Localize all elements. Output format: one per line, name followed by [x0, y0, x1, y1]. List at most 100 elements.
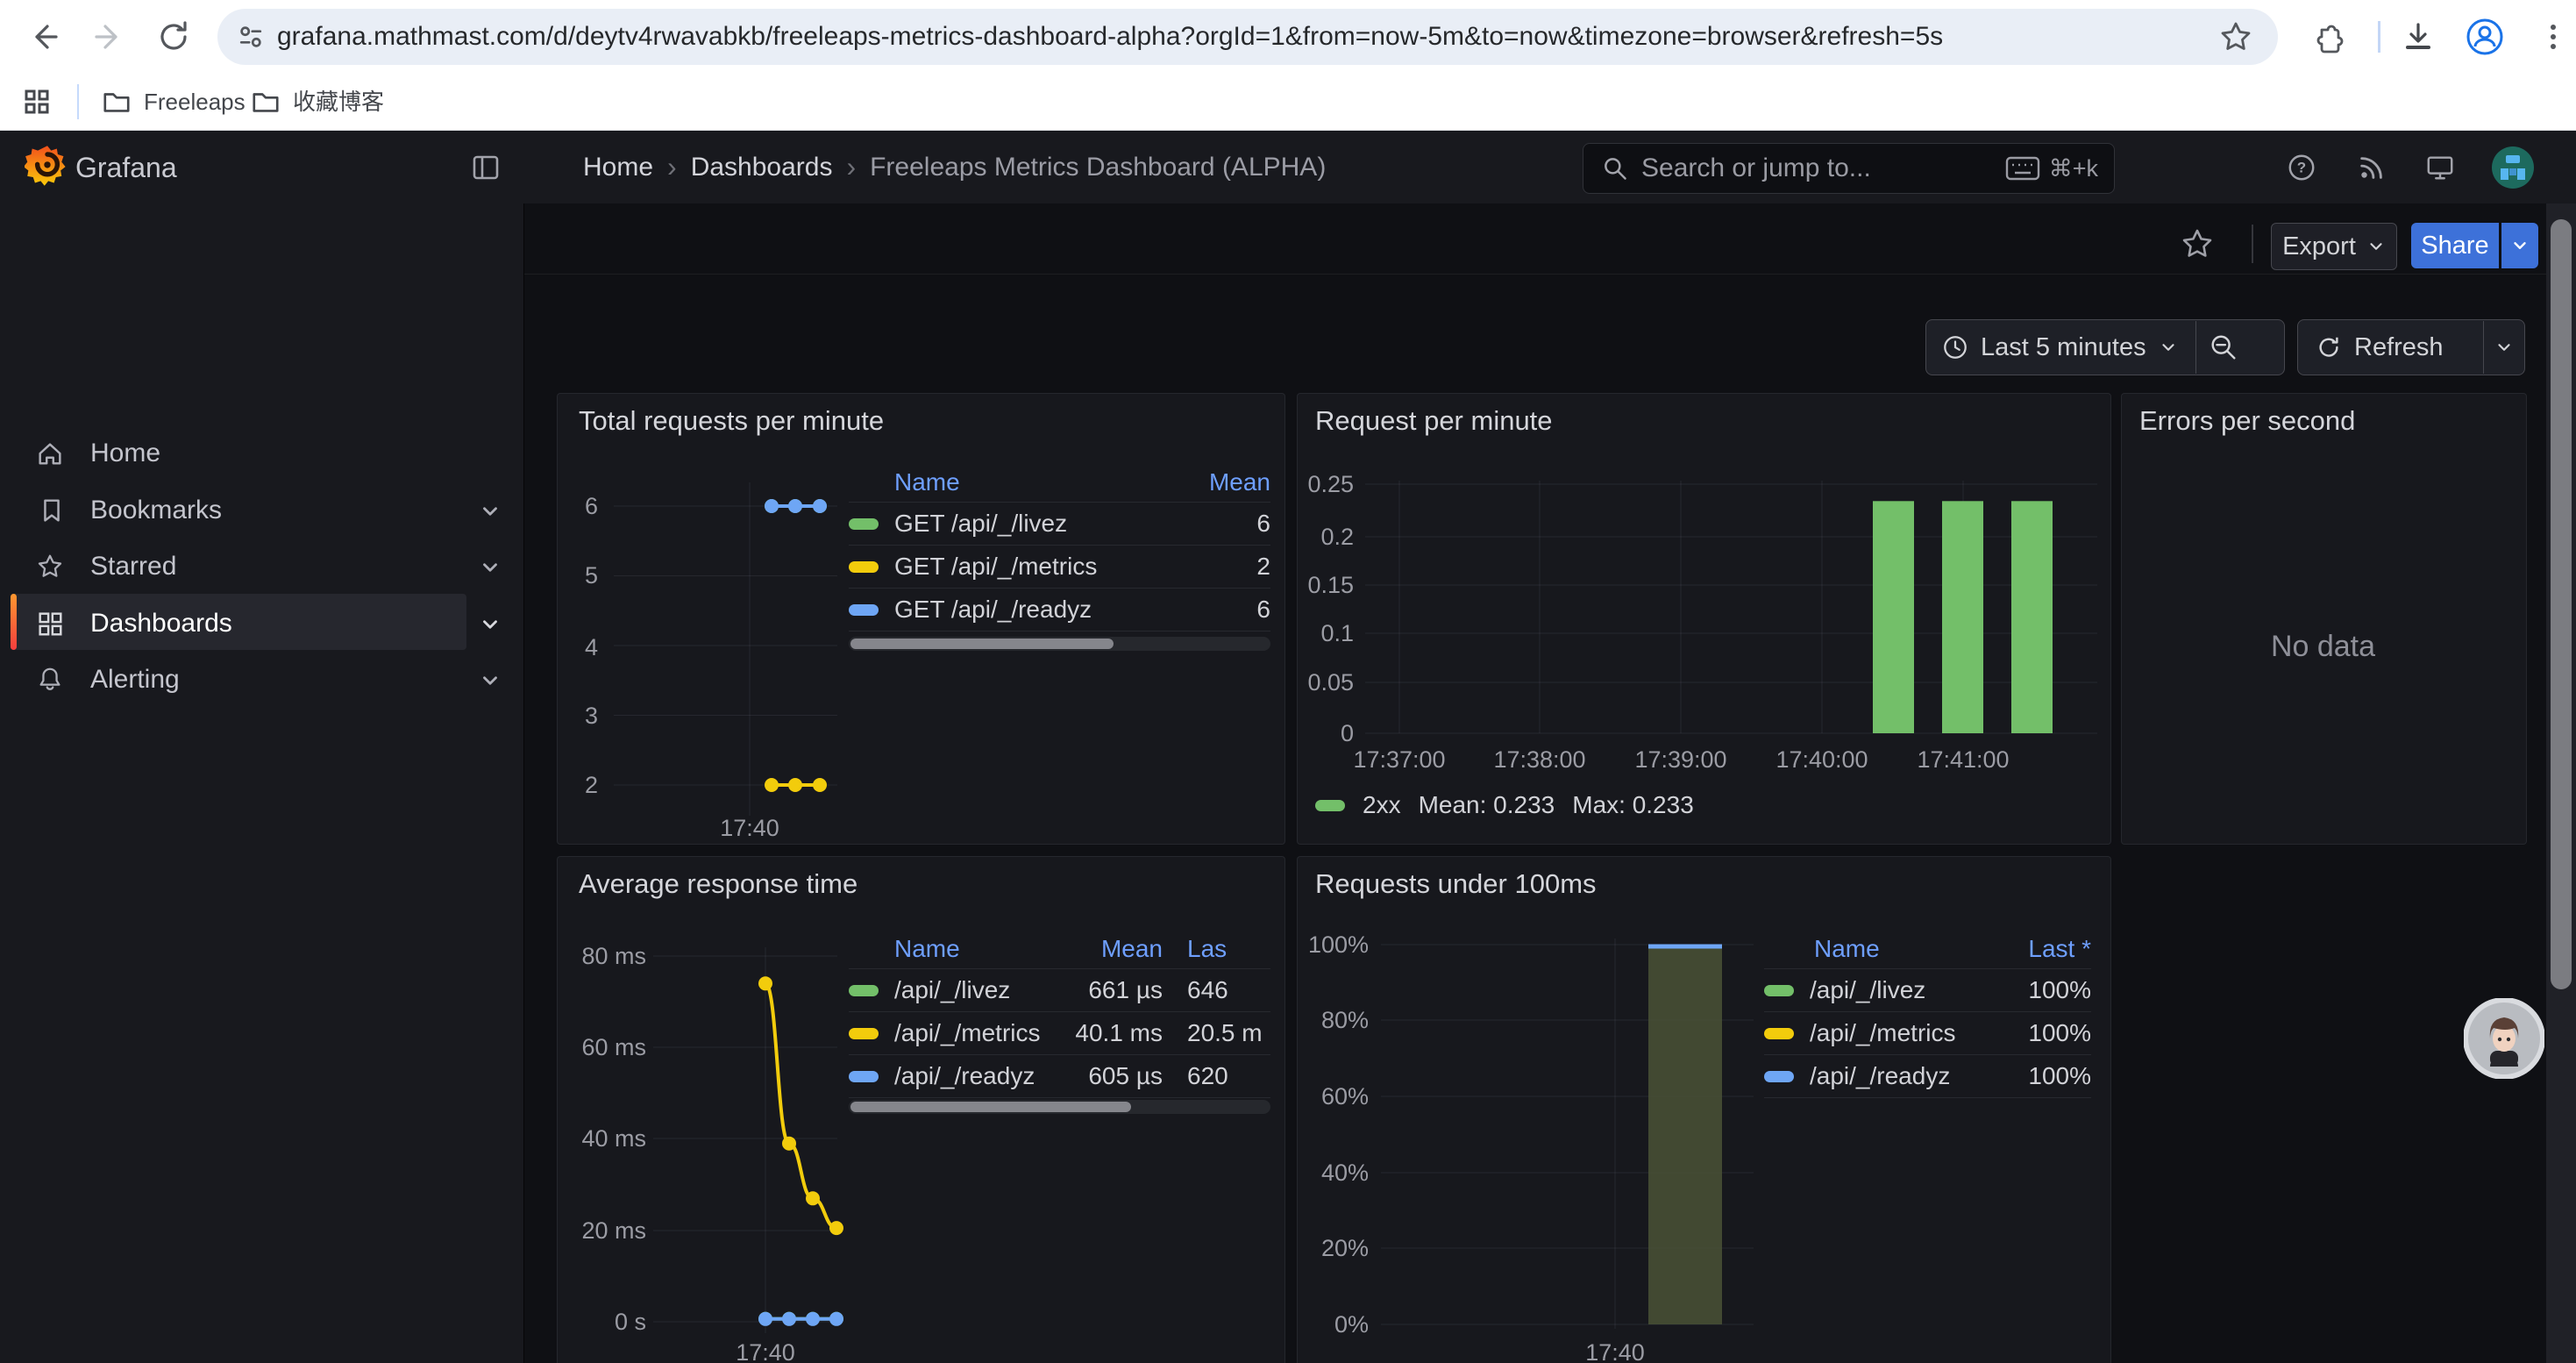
bookmark-folder-freeleaps[interactable]: Freeleaps	[102, 74, 246, 130]
legend-row[interactable]: /api/_/readyz 100%	[1764, 1055, 2091, 1098]
share-dropdown-button[interactable]	[2501, 223, 2538, 268]
x-tick: 17:40	[1571, 1339, 1659, 1363]
sidebar-item-alerting[interactable]: Alerting	[0, 655, 523, 704]
chevron-down-icon[interactable]	[2159, 338, 2178, 357]
back-icon[interactable]	[26, 19, 61, 54]
time-range-label[interactable]: Last 5 minutes	[1981, 333, 2146, 362]
legend-row[interactable]: GET /api/_/readyz 6	[849, 589, 1270, 632]
legend-inline[interactable]: 2xx Mean: 0.233 Max: 0.233	[1315, 791, 1694, 819]
panel-title[interactable]: Request per minute	[1315, 405, 1553, 437]
panel-title[interactable]: Requests under 100ms	[1315, 868, 1597, 900]
export-button[interactable]: Export	[2271, 223, 2397, 270]
panel-title[interactable]: Total requests per minute	[579, 405, 884, 437]
series-name[interactable]: 2xx	[1363, 791, 1401, 819]
y-tick: 0.25	[1301, 471, 1354, 498]
url-text[interactable]: grafana.mathmast.com/d/deytv4rwavabkb/fr…	[277, 9, 1943, 65]
download-icon[interactable]	[2401, 19, 2436, 54]
legend-row[interactable]: /api/_/metrics 40.1 ms 20.5 m	[849, 1012, 1270, 1055]
brand-label[interactable]: Grafana	[75, 152, 177, 184]
legend-col-mean[interactable]: Mean	[1192, 468, 1270, 496]
legend-col-name[interactable]: Name	[849, 935, 1049, 963]
bookmark-folder-blogs[interactable]: 收藏博客	[251, 74, 384, 130]
legend-row[interactable]: /api/_/metrics 100%	[1764, 1012, 2091, 1055]
site-settings-icon[interactable]	[235, 21, 267, 53]
sidebar-item-dashboards[interactable]: Dashboards	[0, 599, 523, 648]
share-button[interactable]: Share	[2411, 223, 2499, 268]
page-scrollbar-thumb[interactable]	[2551, 219, 2572, 989]
y-tick: 0.2	[1301, 524, 1354, 551]
dock-menu-icon[interactable]	[470, 152, 502, 183]
legend-col-last[interactable]: Last *	[2028, 935, 2091, 963]
chevron-down-icon[interactable]	[2494, 338, 2514, 357]
time-range-group: Last 5 minutes	[1925, 319, 2285, 375]
chevron-down-icon	[2510, 236, 2530, 255]
series-name[interactable]: /api/_/livez	[894, 976, 1049, 1004]
y-tick: 0	[1301, 720, 1354, 747]
y-tick: 80%	[1281, 1007, 1369, 1034]
legend-scrollbar[interactable]	[849, 637, 1270, 651]
series-name[interactable]: /api/_/livez	[1810, 976, 2028, 1004]
bookmark-star-icon[interactable]	[2218, 19, 2253, 54]
legend-table: Name Mean Las /api/_/livez 661 µs 646 /a…	[849, 930, 1270, 1098]
series-last: 20.5 m	[1163, 1019, 1270, 1047]
series-mean: 605 µs	[1049, 1062, 1163, 1090]
series-name[interactable]: /api/_/readyz	[1810, 1062, 2028, 1090]
series-name[interactable]: /api/_/readyz	[894, 1062, 1049, 1090]
reload-icon[interactable]	[156, 19, 191, 54]
series-name[interactable]: /api/_/metrics	[1810, 1019, 2028, 1047]
menu-kebab-icon[interactable]	[2536, 19, 2571, 54]
bookmark-icon	[37, 496, 67, 525]
zoom-out-icon[interactable]	[2209, 332, 2238, 362]
chevron-down-icon[interactable]	[479, 500, 502, 523]
sidebar-item-bookmarks[interactable]: Bookmarks	[0, 486, 523, 535]
user-avatar[interactable]	[2490, 145, 2536, 190]
y-tick: 60%	[1281, 1083, 1369, 1110]
series-color-chip	[1764, 1028, 1794, 1039]
extensions-icon[interactable]	[2311, 19, 2346, 54]
series-name[interactable]: GET /api/_/livez	[894, 510, 1192, 538]
panel-title[interactable]: Errors per second	[2139, 405, 2355, 437]
legend-col-last[interactable]: Las	[1163, 935, 1270, 963]
series-name[interactable]: /api/_/metrics	[894, 1019, 1049, 1047]
chevron-down-icon[interactable]	[479, 669, 502, 692]
series-color-chip	[1764, 985, 1794, 996]
search-input[interactable]: Search or jump to... ⌘+k	[1583, 143, 2115, 194]
panel-title[interactable]: Average response time	[579, 868, 857, 900]
monitor-kiosk-icon[interactable]	[2425, 153, 2455, 182]
series-name[interactable]: GET /api/_/metrics	[894, 553, 1192, 581]
series-name[interactable]: GET /api/_/readyz	[894, 596, 1192, 624]
legend-scrollbar[interactable]	[849, 1100, 1270, 1114]
y-tick: 20%	[1281, 1235, 1369, 1262]
series-color-chip	[849, 1071, 879, 1082]
refresh-label[interactable]: Refresh	[2354, 333, 2444, 362]
panel-errors-per-second[interactable]	[2121, 393, 2527, 845]
favorite-star-icon[interactable]	[2180, 226, 2215, 261]
legend-col-mean[interactable]: Mean	[1049, 935, 1163, 963]
profile-avatar-icon[interactable]	[2466, 18, 2501, 53]
legend-col-name[interactable]: Name	[849, 468, 1192, 496]
legend-row[interactable]: /api/_/livez 661 µs 646	[849, 969, 1270, 1012]
address-bar[interactable]: grafana.mathmast.com/d/deytv4rwavabkb/fr…	[217, 9, 2278, 65]
grafana-logo-icon[interactable]	[25, 143, 70, 189]
bookmark-label: Freeleaps	[144, 74, 246, 130]
legend-row[interactable]: /api/_/readyz 605 µs 620	[849, 1055, 1270, 1098]
breadcrumb-dashboards[interactable]: Dashboards	[691, 153, 833, 182]
legend-row[interactable]: GET /api/_/livez 6	[849, 503, 1270, 546]
sidebar-item-starred[interactable]: Starred	[0, 542, 523, 591]
breadcrumb-home[interactable]: Home	[583, 153, 653, 182]
legend-row[interactable]: GET /api/_/metrics 2	[849, 546, 1270, 589]
legend-row[interactable]: /api/_/livez 100%	[1764, 969, 2091, 1012]
sidebar-item-home[interactable]: Home	[0, 429, 523, 478]
news-rss-icon[interactable]	[2357, 153, 2387, 182]
legend-col-name[interactable]: Name	[1764, 935, 2028, 963]
group-divider	[2195, 321, 2196, 374]
chevron-down-icon[interactable]	[479, 556, 502, 579]
refresh-icon[interactable]	[2316, 334, 2342, 360]
screen: grafana.mathmast.com/d/deytv4rwavabkb/fr…	[0, 0, 2576, 1363]
export-button-label: Export	[2282, 232, 2356, 261]
help-icon[interactable]: ?	[2287, 153, 2316, 182]
apps-grid-icon[interactable]	[21, 86, 53, 118]
forward-icon	[91, 19, 126, 54]
assistant-avatar[interactable]	[2464, 998, 2544, 1079]
chevron-down-icon[interactable]	[479, 613, 502, 636]
